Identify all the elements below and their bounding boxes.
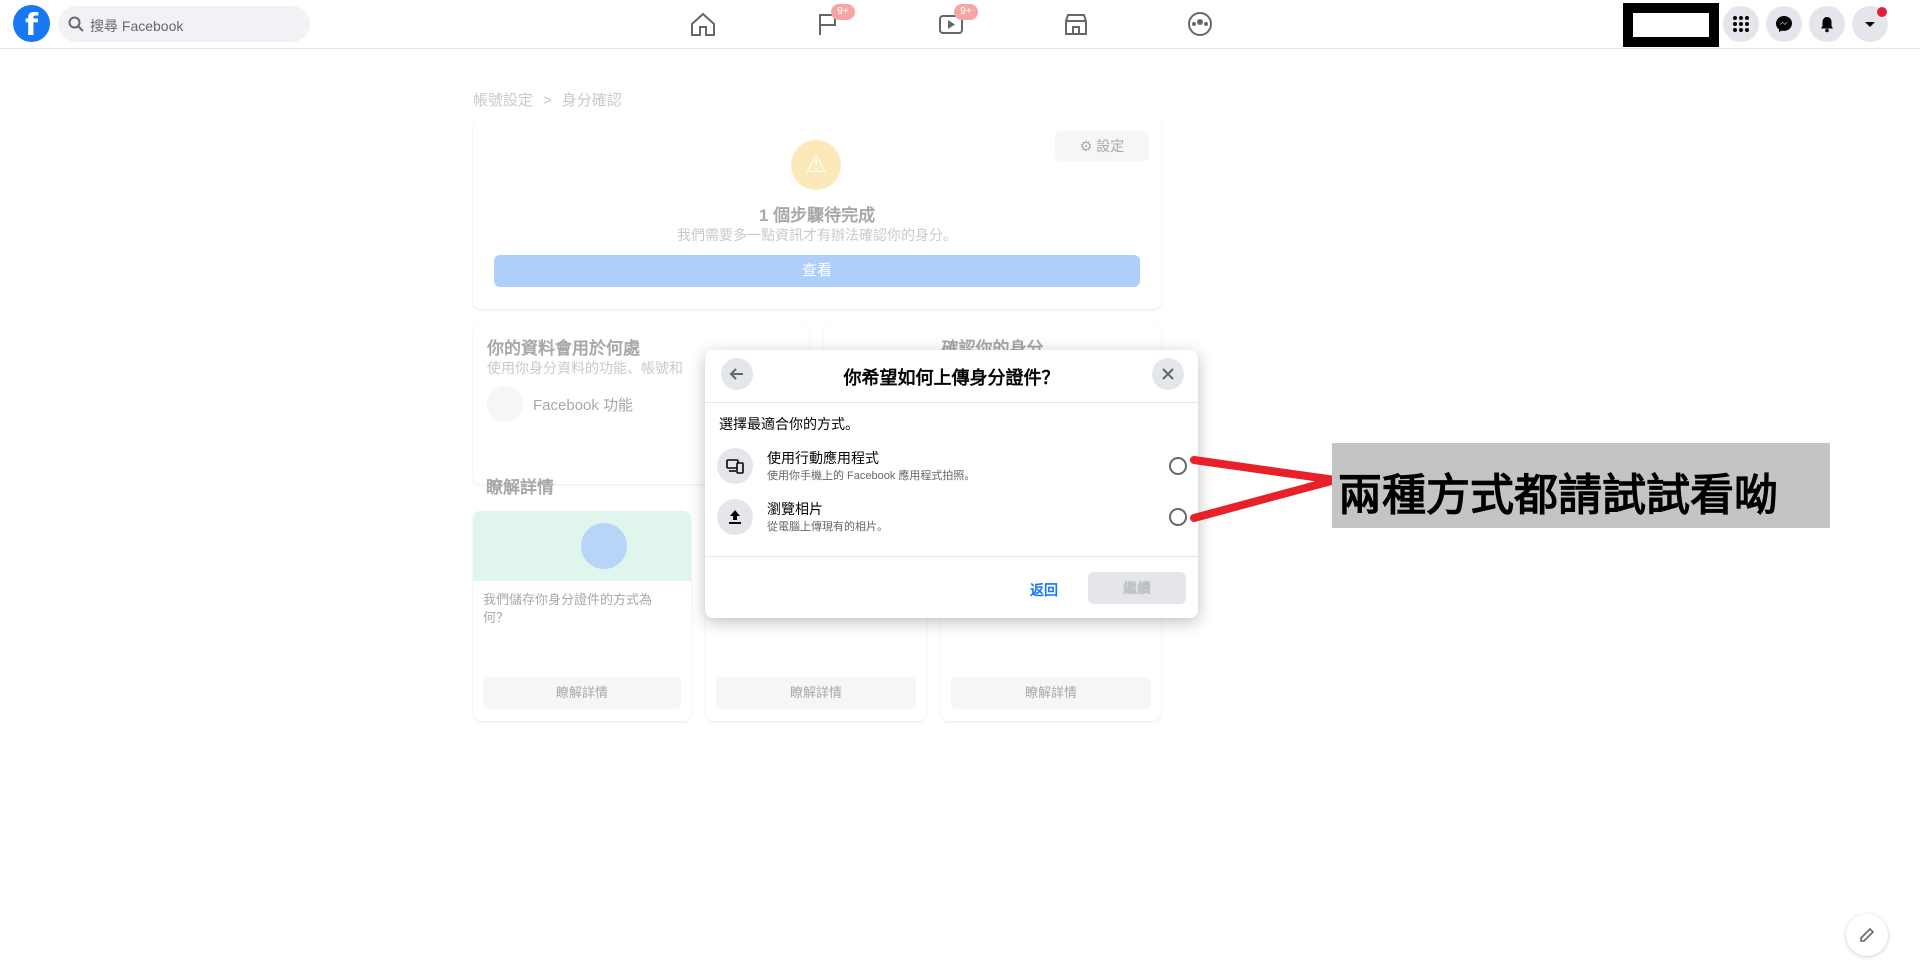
dialog-divider: [705, 556, 1198, 557]
breadcrumb-parent[interactable]: 帳號設定: [473, 92, 533, 109]
breadcrumb: 帳號設定 > 身分確認: [473, 89, 622, 110]
breadcrumb-current: 身分確認: [561, 92, 622, 109]
option-subtitle: 使用你手機上的 Facebook 應用程式拍照。: [767, 470, 976, 482]
upload-icon: [717, 499, 753, 535]
annotation-box: 兩種方式都請試試看呦: [1332, 443, 1830, 528]
view-button[interactable]: 查看: [494, 255, 1140, 287]
facebook-logo[interactable]: f: [13, 5, 50, 43]
breadcrumb-separator: >: [543, 92, 552, 109]
search-icon: [68, 16, 84, 32]
learn-more-button[interactable]: 瞭解詳情: [716, 677, 916, 709]
close-icon[interactable]: [1152, 358, 1184, 390]
option-title: 瀏覽相片: [767, 501, 823, 517]
marketplace-icon[interactable]: [1061, 10, 1091, 38]
messenger-icon[interactable]: [1766, 6, 1802, 42]
compose-icon[interactable]: [1846, 914, 1888, 956]
option-browse-photos[interactable]: 瀏覽相片 從電腦上傳現有的相片。: [717, 495, 1187, 539]
facebook-feature-label[interactable]: Facebook 功能: [533, 394, 633, 415]
annotation-text: 兩種方式都請試試看呦: [1338, 470, 1778, 521]
dialog-prompt: 選擇最適合你的方式。: [719, 416, 859, 432]
notification-dot: [1877, 7, 1887, 17]
learn-card-image: [473, 511, 691, 581]
dialog-header: 你希望如何上傳身分證件？: [705, 350, 1198, 403]
home-icon[interactable]: [688, 10, 718, 38]
watch-badge: 9+: [954, 4, 978, 20]
status-subtitle: 我們需要多一點資訊才有辦法確認你的身分。: [677, 227, 957, 243]
devices-icon: [717, 448, 753, 484]
status-card: ⚙ 設定 ⚠ 1 個步驟待完成 我們需要多一點資訊才有辦法確認你的身分。 查看: [473, 119, 1161, 309]
lock-icon: [581, 523, 627, 569]
radio-browse-photos[interactable]: [1169, 508, 1187, 526]
account-caret-icon[interactable]: [1852, 6, 1888, 42]
dialog-title: 你希望如何上傳身分證件？: [843, 368, 1060, 388]
warning-icon: ⚠: [791, 140, 841, 190]
search-input[interactable]: 搜尋 Facebook: [90, 16, 183, 36]
annotation-arrows: [1190, 456, 1339, 522]
option-mobile-app[interactable]: 使用行動應用程式 使用你手機上的 Facebook 應用程式拍照。: [717, 444, 1187, 488]
option-title: 使用行動應用程式: [767, 450, 879, 466]
learn-card-text: 我們儲存你身分證件的方式為何？: [483, 592, 653, 625]
data-usage-subtitle: 使用你身分資料的功能、帳號和: [487, 360, 683, 376]
learn-more-heading: 瞭解詳情: [486, 478, 554, 497]
search-bar[interactable]: 搜尋 Facebook: [58, 6, 310, 42]
facebook-feature-icon: [487, 386, 523, 422]
learn-more-button[interactable]: 瞭解詳情: [483, 677, 681, 709]
top-navigation-bar: f 搜尋 Facebook 9+ 9+: [0, 0, 1920, 49]
upload-id-dialog: 你希望如何上傳身分證件？ 選擇最適合你的方式。 使用行動應用程式 使用你手機上的…: [705, 350, 1198, 618]
bell-icon[interactable]: [1809, 6, 1845, 42]
radio-mobile-app[interactable]: [1169, 457, 1187, 475]
settings-button[interactable]: ⚙ 設定: [1055, 131, 1149, 161]
groups-icon[interactable]: [1185, 10, 1215, 38]
menu-grid-icon[interactable]: [1723, 6, 1759, 42]
back-button[interactable]: 返回: [1030, 580, 1058, 600]
learn-card: 我們儲存你身分證件的方式為何？ 瞭解詳情: [473, 511, 691, 721]
continue-button[interactable]: 繼續: [1088, 572, 1186, 604]
flag-badge: 9+: [831, 4, 855, 20]
status-title: 1 個步驟待完成: [758, 206, 876, 225]
flag-icon[interactable]: 9+: [813, 4, 855, 38]
learn-more-button[interactable]: 瞭解詳情: [951, 677, 1151, 709]
option-subtitle: 從電腦上傳現有的相片。: [767, 521, 888, 533]
watch-icon[interactable]: 9+: [936, 4, 978, 38]
redacted-profile: [1623, 3, 1719, 47]
data-usage-title: 你的資料會用於何處: [487, 339, 640, 358]
